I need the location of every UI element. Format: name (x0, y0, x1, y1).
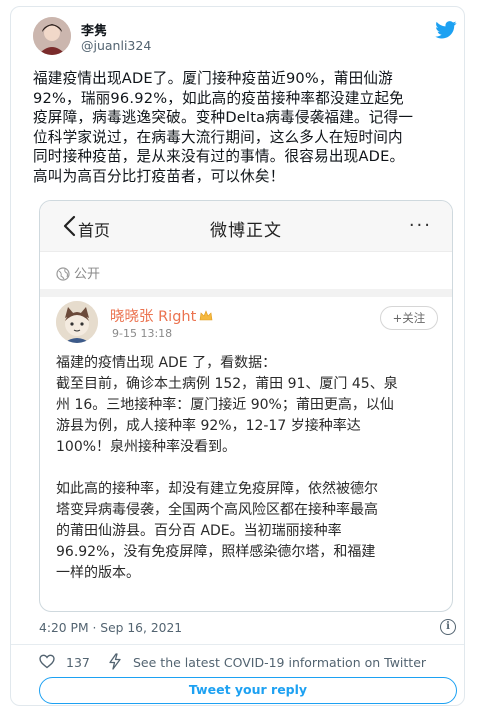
visibility-label: 公开 (74, 267, 101, 282)
section-divider (40, 289, 452, 297)
weibo-page-title: 微博正文 (210, 221, 282, 241)
embedded-weibo-screenshot[interactable]: 首页 微博正文 ··· 公开 晓晓张 Right 9-15 13:18 +关注 … (39, 200, 453, 612)
like-count[interactable]: 137 (66, 655, 90, 670)
tweet-card: 李隽 @juanli324 福建疫情出现ADE了。厦门接种疫苗近90%，莆田仙游… (10, 6, 465, 706)
author-name[interactable]: 李隽 (81, 20, 107, 39)
globe-icon (56, 267, 70, 281)
tweet-reply-button[interactable]: Tweet your reply (39, 677, 457, 704)
more-options-icon[interactable]: ··· (409, 215, 432, 236)
weibo-header: 首页 微博正文 ··· (40, 201, 452, 252)
covid-info-link[interactable]: See the latest COVID-19 information on T… (133, 655, 426, 670)
heart-icon[interactable] (39, 654, 55, 669)
tweet-timestamp[interactable]: 4:20 PM · Sep 16, 2021 (39, 621, 182, 635)
weibo-post-body: 福建的疫情出现 ADE 了，看数据： 截至目前，确诊本土病例 152，莆田 91… (56, 355, 398, 581)
tweet-text: 福建疫情出现ADE了。厦门接种疫苗近90%，莆田仙游 92%，瑞丽96.92%，… (33, 70, 414, 185)
crown-icon (199, 310, 213, 321)
twitter-bird-icon[interactable] (435, 21, 457, 39)
info-icon[interactable]: i (440, 619, 456, 635)
follow-button[interactable]: +关注 (380, 306, 438, 330)
lightning-icon (109, 653, 121, 670)
weibo-user-name[interactable]: 晓晓张 Right (110, 305, 213, 326)
weibo-user-name-text: 晓晓张 Right (110, 309, 197, 325)
weibo-user-avatar[interactable] (56, 301, 98, 343)
author-avatar[interactable] (33, 17, 71, 55)
divider (11, 644, 464, 645)
author-handle[interactable]: @juanli324 (81, 38, 151, 53)
visibility-row: 公开 (56, 263, 101, 282)
weibo-post-time: 9-15 13:18 (112, 327, 173, 340)
